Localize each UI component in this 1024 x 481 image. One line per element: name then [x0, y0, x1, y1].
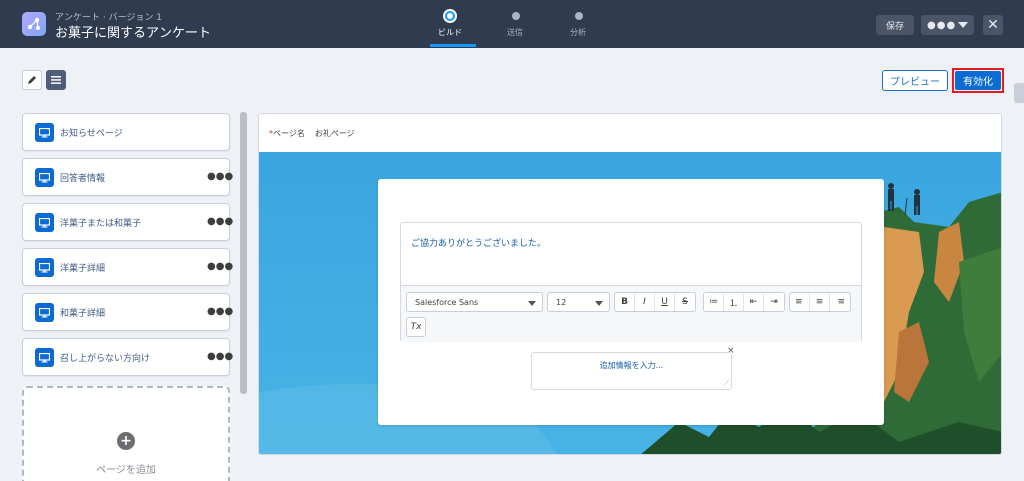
theme-edit-button[interactable]	[22, 70, 42, 90]
step-build[interactable]: ビルド	[425, 0, 476, 48]
active-step-underline	[430, 44, 476, 47]
step-indicator	[445, 11, 455, 21]
resize-handle-icon[interactable]: ⟋	[724, 379, 729, 388]
page-list-item-label: 回答者情報	[60, 174, 106, 184]
activate-button[interactable]: 有効化	[955, 71, 1001, 90]
page-list-item-label: 和菓子詳細	[60, 309, 106, 319]
monitor-icon	[35, 348, 54, 367]
font-size-value: 12	[556, 297, 567, 307]
pages-view-button[interactable]	[46, 70, 66, 90]
step-label: ビルド	[438, 28, 462, 37]
page-list-item-label: 洋菓子詳細	[60, 264, 106, 274]
page-item-menu-button[interactable]: ●●●	[207, 216, 233, 227]
page-item-menu-button[interactable]: ●●●	[207, 171, 233, 182]
preview-button[interactable]: プレビュー	[882, 70, 948, 91]
font-family-select[interactable]: Salesforce Sans	[406, 292, 543, 312]
monitor-icon	[35, 123, 54, 142]
page-item-menu-button[interactable]: ●●●	[207, 306, 233, 317]
survey-title: お菓子に関するアンケート	[55, 26, 212, 41]
app-header: アンケート · バージョン 1 お菓子に関するアンケート ビルド 送信 分析 保…	[0, 0, 1024, 48]
font-family-value: Salesforce Sans	[415, 297, 479, 307]
page-editor-card: *ページ名 お礼ページ ご協力ありがとうございました。 Salesforce S…	[258, 113, 1002, 455]
page-list-item[interactable]: 和菓子詳細 ●●●	[22, 293, 233, 331]
side-panel-tab[interactable]	[1014, 83, 1024, 103]
page-list-item[interactable]: 洋菓子詳細 ●●●	[22, 248, 233, 286]
align-right-icon[interactable]: ≡	[830, 293, 850, 311]
add-page-button[interactable]: + ページを追加	[22, 386, 230, 481]
chevron-down-icon	[528, 301, 536, 306]
additional-info-placeholder: 追加情報を入力...	[599, 361, 664, 370]
align-left-icon[interactable]: ≡	[790, 293, 810, 311]
align-group: ≡ ≡ ≡	[789, 292, 851, 312]
monitor-icon	[35, 258, 54, 277]
page-list-item-label: 洋菓子または和菓子	[60, 219, 142, 229]
page-list-scrollbar[interactable]	[240, 112, 247, 394]
page-name-field[interactable]: *ページ名 お礼ページ	[269, 128, 355, 139]
bold-button[interactable]: B	[615, 293, 635, 311]
strikethrough-button[interactable]: S	[675, 293, 695, 311]
chevron-down-icon	[958, 22, 968, 28]
list-format-group: ≔ ⒈ ⇤ ⇥	[703, 292, 785, 312]
pencil-icon	[28, 76, 36, 84]
survey-content-card: ご協力ありがとうございました。 Salesforce Sans 12 B I U…	[378, 179, 884, 425]
underline-button[interactable]: U	[655, 293, 675, 311]
more-actions-button[interactable]: ●●●	[921, 15, 974, 35]
outdent-icon[interactable]: ⇤	[744, 293, 764, 311]
bulleted-list-icon[interactable]: ≔	[704, 293, 724, 311]
align-center-icon[interactable]: ≡	[810, 293, 830, 311]
page-item-menu-button[interactable]: ●●●	[207, 261, 233, 272]
text-format-group: B I U S	[614, 292, 696, 312]
progress-steps: ビルド 送信 分析	[420, 0, 620, 48]
add-page-label: ページを追加	[96, 465, 156, 476]
network-icon	[27, 17, 40, 30]
page-name-value: お礼ページ	[314, 129, 355, 138]
page-list-item[interactable]: 洋菓子または和菓子 ●●●	[22, 203, 233, 241]
font-size-select[interactable]: 12	[547, 292, 610, 312]
indent-icon[interactable]: ⇥	[764, 293, 784, 311]
additional-info-textarea[interactable]: 追加情報を入力... ⟋	[531, 352, 732, 390]
monitor-icon	[35, 303, 54, 322]
monitor-icon	[35, 213, 54, 232]
activate-highlight: 有効化	[952, 68, 1004, 93]
list-icon	[51, 76, 61, 84]
more-dots-icon: ●●●	[927, 19, 957, 31]
editor-body-text[interactable]: ご協力ありがとうございました。	[411, 236, 546, 249]
step-send[interactable]: 送信	[490, 0, 540, 48]
clear-formatting-icon[interactable]: Tx	[406, 317, 426, 337]
page-list-item[interactable]: 回答者情報 ●●●	[22, 158, 233, 196]
step-analyze[interactable]: 分析	[553, 0, 603, 48]
monitor-icon	[35, 168, 54, 187]
save-button[interactable]: 保存	[876, 15, 914, 35]
step-indicator	[575, 12, 583, 20]
close-button[interactable]: ✕	[983, 15, 1003, 35]
editor-toolbar: Salesforce Sans 12 B I U S ≔ ⒈ ⇤ ⇥ ≡ ≡ ≡…	[401, 285, 861, 342]
page-list-item[interactable]: お知らせページ	[22, 113, 230, 151]
page-list-item-label: お知らせページ	[60, 129, 123, 139]
survey-app-icon	[22, 12, 46, 36]
chevron-down-icon	[595, 301, 603, 306]
rich-text-editor[interactable]: ご協力ありがとうございました。 Salesforce Sans 12 B I U…	[400, 222, 862, 342]
plus-icon: +	[117, 432, 135, 450]
page-name-label: ページ名	[273, 129, 305, 138]
numbered-list-icon[interactable]: ⒈	[724, 293, 744, 311]
step-indicator	[512, 12, 520, 20]
step-label: 分析	[570, 28, 586, 37]
italic-button[interactable]: I	[635, 293, 655, 311]
page-list-item[interactable]: 召し上がらない方向け ●●●	[22, 338, 233, 376]
page-item-menu-button[interactable]: ●●●	[207, 351, 233, 362]
step-label: 送信	[507, 28, 523, 37]
page-list-item-label: 召し上がらない方向け	[60, 354, 151, 364]
